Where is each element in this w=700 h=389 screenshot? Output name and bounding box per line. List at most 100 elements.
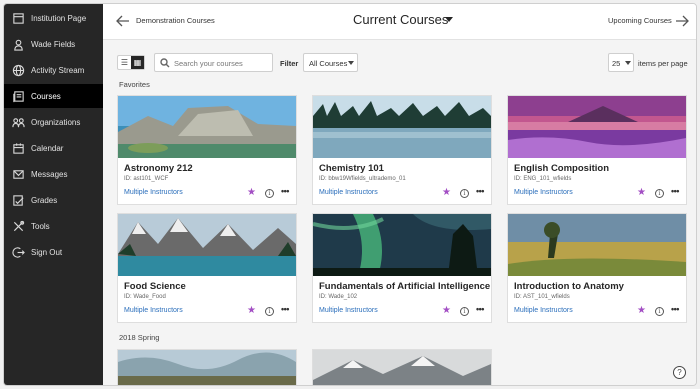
calendar-icon [11, 141, 25, 155]
app-window: Institution Page Wade Fields Activity St… [3, 3, 697, 386]
course-title[interactable]: Chemistry 101 [319, 163, 384, 174]
sidebar-item-tools[interactable]: Tools [4, 214, 103, 238]
course-id: ID: bbw19Wfields_ultrademo_01 [319, 176, 406, 182]
course-title[interactable]: Astronomy 212 [124, 163, 193, 174]
chevron-down-icon [348, 61, 354, 65]
sign-out-icon [11, 245, 25, 259]
favorite-star-icon[interactable]: ★ [442, 306, 451, 316]
search-input[interactable] [174, 57, 270, 69]
help-icon[interactable]: ? [673, 366, 686, 379]
course-id: ID: Wade_102 [319, 294, 358, 300]
info-icon[interactable]: i [655, 189, 664, 198]
sidebar-item-label: Organizations [31, 117, 81, 127]
sidebar-item-label: Messages [31, 169, 68, 179]
filter-value: All Courses [309, 59, 348, 68]
course-card[interactable]: Introduction to Anatomy ID: AST_101_wfie… [507, 213, 687, 323]
favorite-star-icon[interactable]: ★ [637, 306, 646, 316]
favorite-star-icon[interactable]: ★ [247, 306, 256, 316]
course-card[interactable] [117, 349, 297, 385]
more-options-icon[interactable]: ••• [281, 304, 289, 314]
filter-label: Filter [280, 59, 299, 68]
favorite-star-icon[interactable]: ★ [442, 188, 451, 198]
more-options-icon[interactable]: ••• [671, 304, 679, 314]
per-page-label: items per page [638, 59, 688, 68]
course-card[interactable]: Food Science ID: Wade_Food Multiple Inst… [117, 213, 297, 323]
messages-icon [11, 167, 25, 181]
view-toggle: ☰ ▦ [117, 55, 145, 70]
course-id: ID: Wade_Food [124, 294, 166, 300]
user-icon [11, 37, 25, 51]
info-icon[interactable]: i [460, 189, 469, 198]
instructors-link[interactable]: Multiple Instructors [514, 189, 573, 196]
info-icon[interactable]: i [265, 307, 274, 316]
filter-dropdown[interactable]: All Courses [303, 53, 358, 72]
sidebar-item-label: Activity Stream [31, 65, 85, 75]
chevron-down-icon[interactable] [445, 17, 453, 22]
organizations-icon [11, 115, 25, 129]
instructors-link[interactable]: Multiple Instructors [319, 189, 378, 196]
per-page-value: 25 [612, 59, 621, 68]
sidebar-item-institution-page[interactable]: Institution Page [4, 6, 103, 30]
per-page-dropdown[interactable]: 25 [608, 53, 634, 72]
sidebar-item-label: Courses [31, 91, 61, 101]
course-image [508, 214, 686, 276]
course-id: ID: ast101_WCF [124, 176, 169, 182]
course-card[interactable]: Fundamentals of Artificial Intelligence … [312, 213, 492, 323]
sidebar-item-label: Grades [31, 195, 58, 205]
sidebar-item-label: Sign Out [31, 247, 63, 257]
sidebar-item-organizations[interactable]: Organizations [4, 110, 103, 134]
course-title[interactable]: Introduction to Anatomy [514, 281, 624, 292]
info-icon[interactable]: i [655, 307, 664, 316]
sidebar-item-label: Tools [31, 221, 50, 231]
sidebar-item-label: Calendar [31, 143, 64, 153]
course-title[interactable]: Fundamentals of Artificial Intelligence [319, 281, 490, 292]
sidebar-item-courses[interactable]: Courses [4, 84, 103, 108]
sidebar-item-wade-fields[interactable]: Wade Fields [4, 32, 103, 56]
sidebar-item-messages[interactable]: Messages [4, 162, 103, 186]
info-icon[interactable]: i [265, 189, 274, 198]
search-icon [160, 58, 170, 68]
section-favorites: Favorites [119, 80, 150, 89]
course-card[interactable] [312, 349, 492, 385]
search-box [154, 53, 273, 72]
more-options-icon[interactable]: ••• [671, 186, 679, 196]
instructors-link[interactable]: Multiple Instructors [514, 307, 573, 314]
forward-link[interactable]: Upcoming Courses [608, 16, 672, 25]
instructors-link[interactable]: Multiple Instructors [124, 307, 183, 314]
sidebar: Institution Page Wade Fields Activity St… [4, 4, 103, 385]
list-view-icon[interactable]: ☰ [118, 56, 131, 69]
institution-icon [11, 11, 25, 25]
back-link[interactable]: Demonstration Courses [136, 16, 215, 25]
course-card[interactable]: Astronomy 212 ID: ast101_WCF Multiple In… [117, 95, 297, 205]
section-2018-spring: 2018 Spring [119, 333, 160, 342]
top-bar: Demonstration Courses Current Courses Up… [103, 4, 696, 40]
more-options-icon[interactable]: ••• [281, 186, 289, 196]
page-title[interactable]: Current Courses [353, 12, 448, 27]
favorite-star-icon[interactable]: ★ [637, 188, 646, 198]
info-icon[interactable]: i [460, 307, 469, 316]
tools-icon [11, 219, 25, 233]
grades-icon [11, 193, 25, 207]
course-title[interactable]: Food Science [124, 281, 186, 292]
sidebar-item-activity-stream[interactable]: Activity Stream [4, 58, 103, 82]
instructors-link[interactable]: Multiple Instructors [124, 189, 183, 196]
more-options-icon[interactable]: ••• [476, 186, 484, 196]
sidebar-item-grades[interactable]: Grades [4, 188, 103, 212]
more-options-icon[interactable]: ••• [476, 304, 484, 314]
course-image [118, 214, 296, 276]
sidebar-item-sign-out[interactable]: Sign Out [4, 240, 103, 264]
courses-icon [11, 89, 25, 103]
sidebar-item-calendar[interactable]: Calendar [4, 136, 103, 160]
course-image [118, 96, 296, 158]
course-card[interactable]: English Composition ID: ENG_101_wfields … [507, 95, 687, 205]
course-id: ID: ENG_101_wfields [514, 176, 572, 182]
favorite-star-icon[interactable]: ★ [247, 188, 256, 198]
sidebar-item-label: Wade Fields [31, 39, 76, 49]
course-card[interactable]: Chemistry 101 ID: bbw19Wfields_ultrademo… [312, 95, 492, 205]
course-image [313, 214, 491, 276]
forward-arrow-icon[interactable] [674, 13, 690, 29]
back-arrow-icon[interactable] [115, 13, 131, 29]
instructors-link[interactable]: Multiple Instructors [319, 307, 378, 314]
grid-view-icon[interactable]: ▦ [131, 56, 144, 69]
course-title[interactable]: English Composition [514, 163, 609, 174]
